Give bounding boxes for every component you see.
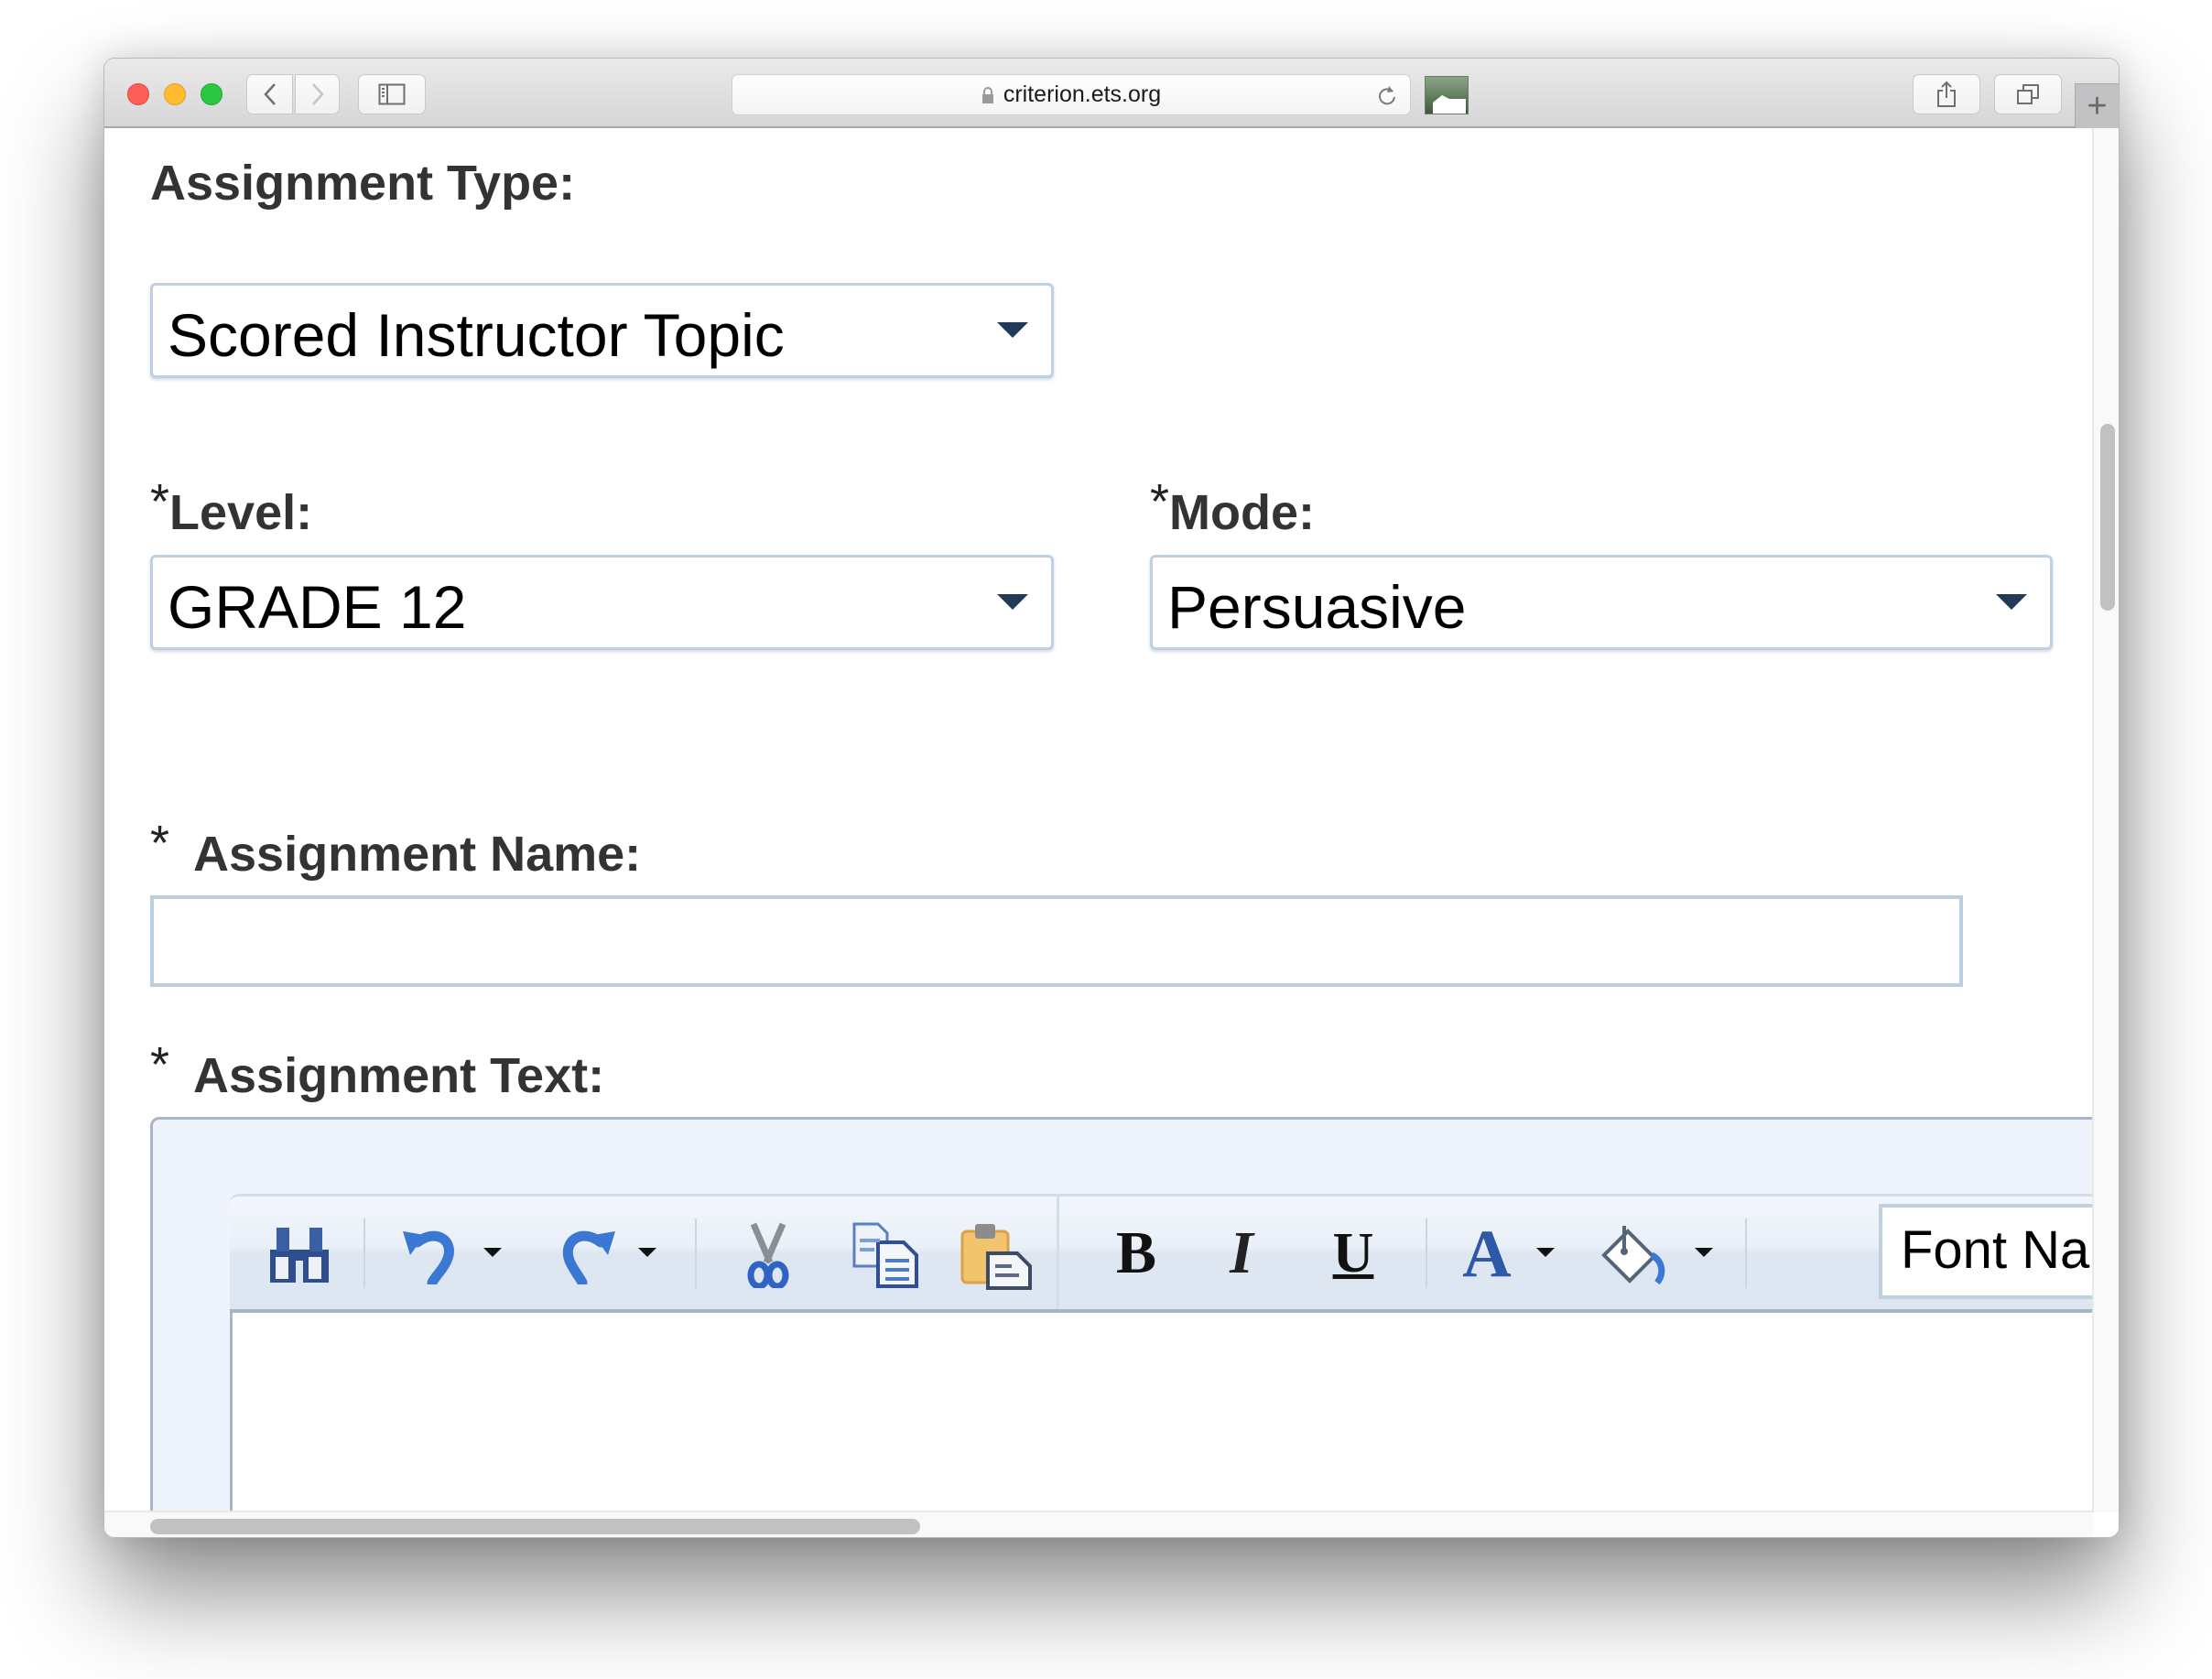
redo-button[interactable]	[555, 1222, 619, 1284]
assignment-text-area[interactable]	[230, 1313, 2094, 1512]
toolbar-separator	[1426, 1219, 1427, 1288]
sidebar-icon	[378, 83, 406, 105]
assignment-type-select[interactable]: Scored Instructor Topic	[150, 283, 1054, 378]
font-name-value: Font Name	[1901, 1220, 2094, 1280]
paste-button[interactable]	[959, 1222, 1034, 1290]
sidebar-button[interactable]	[358, 74, 426, 114]
url-text: criterion.ets.org	[1003, 81, 1162, 107]
extension-icon	[1433, 95, 1466, 114]
tabs-overview-button[interactable]	[1994, 74, 2062, 114]
scissors-icon	[747, 1222, 789, 1288]
assignment-text-label-text: Assignment Text:	[193, 1048, 605, 1103]
font-color-dropdown-arrow[interactable]	[1536, 1248, 1555, 1257]
copy-icon	[852, 1222, 918, 1288]
paste-icon	[960, 1224, 1032, 1290]
browser-toolbar: criterion.ets.org +	[104, 59, 2119, 128]
undo-icon	[403, 1230, 454, 1284]
chevron-right-icon	[311, 83, 324, 105]
close-window-button[interactable]	[127, 83, 149, 105]
new-tab-button[interactable]: +	[2075, 83, 2119, 128]
bold-icon: B	[1115, 1219, 1157, 1286]
level-select[interactable]: GRADE 12	[150, 555, 1054, 650]
paint-bucket-icon	[1601, 1226, 1665, 1285]
assignment-type-label: Assignment Type:	[150, 155, 575, 211]
back-button[interactable]	[246, 74, 293, 114]
level-label-text: Level:	[169, 485, 313, 540]
highlight-dropdown-arrow[interactable]	[1695, 1248, 1713, 1257]
address-bar[interactable]: criterion.ets.org	[732, 74, 1411, 115]
zoom-window-button[interactable]	[201, 83, 222, 105]
highlight-color-button[interactable]	[1599, 1222, 1668, 1288]
assignment-text-label: * Assignment Text:	[150, 1037, 605, 1104]
underline-button[interactable]: U	[1326, 1222, 1381, 1284]
redo-dropdown-arrow[interactable]	[638, 1248, 656, 1257]
font-color-button[interactable]: A	[1458, 1217, 1516, 1292]
bold-button[interactable]: B	[1109, 1219, 1164, 1286]
mode-label-text: Mode:	[1169, 485, 1315, 540]
find-button[interactable]	[264, 1222, 335, 1284]
chevron-down-icon	[997, 594, 1028, 610]
required-asterisk: *	[150, 1037, 170, 1092]
font-color-icon: A	[1462, 1216, 1512, 1292]
reload-icon[interactable]	[1377, 83, 1397, 107]
required-asterisk: *	[150, 474, 170, 529]
share-icon	[1937, 81, 1956, 107]
extension-button[interactable]	[1425, 76, 1469, 114]
required-asterisk: *	[1150, 474, 1170, 529]
italic-button[interactable]: I	[1214, 1219, 1269, 1286]
cut-button[interactable]	[741, 1222, 796, 1288]
mode-value: Persuasive	[1167, 573, 1467, 641]
chevron-left-icon	[263, 83, 276, 105]
toolbar-separator	[695, 1219, 697, 1288]
font-name-select[interactable]: Font Name	[1879, 1204, 2094, 1299]
binoculars-icon	[270, 1228, 329, 1283]
toolbar-separator	[1745, 1219, 1747, 1288]
vertical-scrollbar[interactable]	[2092, 128, 2119, 1512]
assignment-type-value: Scored Instructor Topic	[168, 301, 785, 369]
chevron-down-icon	[1996, 594, 2027, 610]
browser-window: criterion.ets.org + Assignment Type: Sco…	[103, 58, 2120, 1538]
assignment-name-label-text: Assignment Name:	[193, 827, 642, 882]
redo-icon	[562, 1230, 615, 1284]
minimize-window-button[interactable]	[164, 83, 186, 105]
assignment-name-label: * Assignment Name:	[150, 816, 642, 883]
level-label: *Level:	[150, 474, 313, 541]
plus-icon: +	[2087, 86, 2108, 125]
share-button[interactable]	[1913, 74, 1980, 114]
horizontal-scrollbar-thumb[interactable]	[150, 1519, 920, 1534]
chevron-down-icon	[997, 322, 1028, 338]
tabs-overview-icon	[2017, 84, 2039, 104]
page-content: Assignment Type: Scored Instructor Topic…	[104, 128, 2094, 1512]
undo-button[interactable]	[399, 1222, 463, 1284]
underline-icon: U	[1332, 1221, 1374, 1284]
assignment-type-label-text: Assignment Type:	[150, 156, 576, 211]
undo-dropdown-arrow[interactable]	[483, 1248, 502, 1257]
assignment-name-input[interactable]	[150, 895, 1963, 987]
mode-select[interactable]: Persuasive	[1150, 555, 2053, 650]
mode-label: *Mode:	[1150, 474, 1315, 541]
horizontal-scrollbar[interactable]	[104, 1511, 2094, 1537]
level-value: GRADE 12	[168, 573, 467, 641]
vertical-scrollbar-thumb[interactable]	[2100, 424, 2115, 611]
italic-icon: I	[1230, 1219, 1253, 1286]
forward-button[interactable]	[295, 74, 340, 114]
editor-toolbar: B I U A Font Na	[230, 1194, 2094, 1313]
required-asterisk: *	[150, 816, 170, 871]
lock-icon	[981, 86, 993, 103]
toolbar-group-edit	[230, 1197, 1059, 1309]
toolbar-separator	[363, 1219, 365, 1288]
copy-button[interactable]	[851, 1222, 920, 1288]
